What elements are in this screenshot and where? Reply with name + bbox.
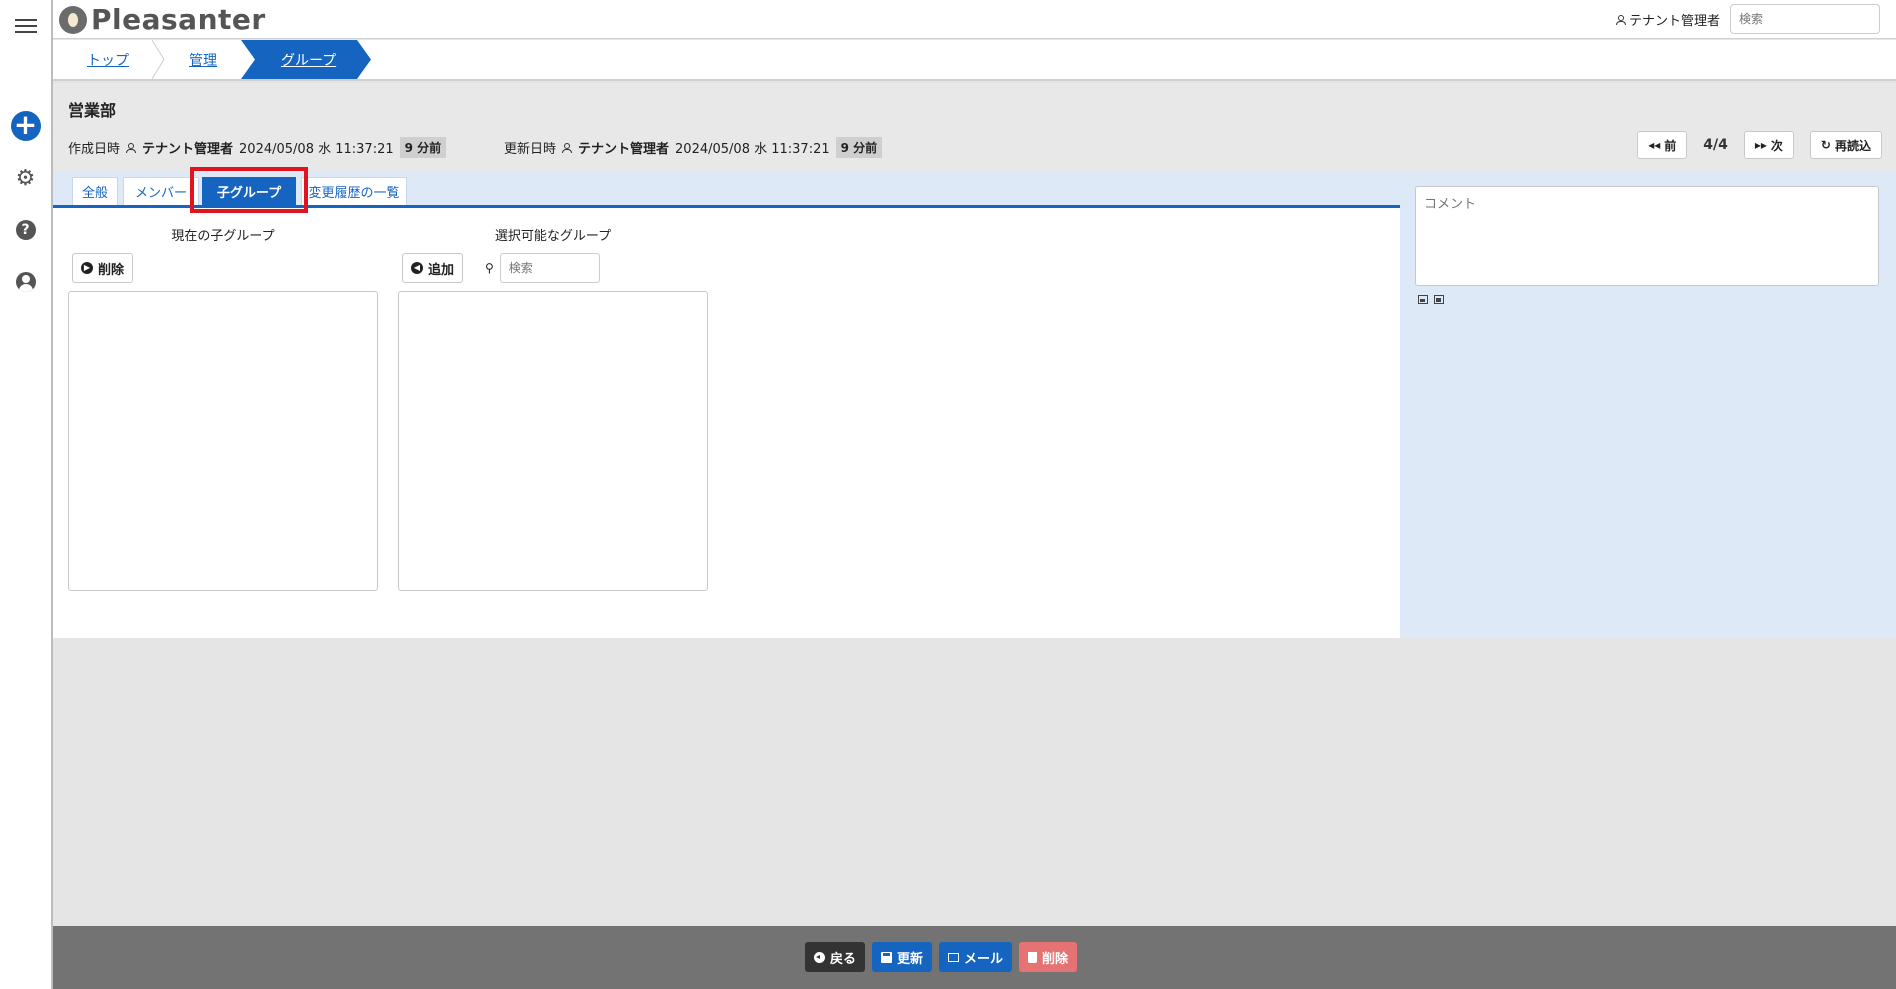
created-info: 作成日時 テナント管理者 2024/05/08 水 11:37:21 9 分前 [68, 137, 447, 158]
reload-icon: ↻ [1820, 138, 1831, 152]
reload-button[interactable]: ↻ 再読込 [1809, 131, 1882, 159]
editor-main: 全般 メンバー 子グループ 変更履歴の一覧 現在の子グループ ▶ 削除 選択可能… [53, 167, 1400, 638]
record-navigation: ◂◂ 前 4/4 ▸▸ 次 ↻ 再読込 [1637, 131, 1882, 159]
back-arrow-icon [814, 951, 825, 963]
updated-at: 2024/05/08 水 11:37:21 [675, 142, 830, 157]
add-label: 追加 [428, 262, 455, 278]
delete-button[interactable]: 削除 [1019, 942, 1078, 972]
back-button[interactable]: 戻る [805, 942, 866, 972]
user-icon [126, 142, 137, 153]
header-user-menu[interactable]: テナント管理者 [1615, 10, 1720, 29]
available-groups-label: 選択可能なグループ [494, 229, 612, 244]
available-groups-search: ⚲ [485, 253, 600, 283]
updated-elapsed: 9 分前 [835, 137, 883, 158]
save-icon [881, 951, 893, 963]
current-child-groups-label: 現在の子グループ [171, 229, 275, 244]
update-button[interactable]: 更新 [872, 942, 933, 972]
comment-attachments [1418, 295, 1444, 304]
user-icon [562, 142, 573, 153]
breadcrumb: トップ 管理 グループ [53, 40, 1896, 81]
record-header: 営業部 作成日時 テナント管理者 2024/05/08 水 11:37:21 9… [53, 83, 1896, 171]
tab-bar: 全般 メンバー 子グループ 変更履歴の一覧 [53, 171, 1400, 208]
mail-label: メール [964, 951, 1004, 967]
trash-icon [1028, 951, 1038, 963]
remove-child-group-button[interactable]: ▶ 削除 [72, 253, 134, 283]
updated-by: テナント管理者 [578, 142, 670, 157]
update-label: 更新 [897, 951, 924, 967]
created-at: 2024/05/08 水 11:37:21 [239, 142, 394, 157]
image-upload-icon[interactable] [1418, 295, 1428, 304]
delete-label: 削除 [1042, 951, 1069, 967]
header-user-name: テナント管理者 [1628, 14, 1720, 29]
breadcrumb-link-admin[interactable]: 管理 [189, 50, 217, 70]
prev-label: 前 [1664, 138, 1677, 153]
page-title: 営業部 [68, 101, 117, 120]
tab-change-history[interactable]: 変更履歴の一覧 [301, 177, 407, 205]
comment-textarea[interactable] [1415, 186, 1879, 286]
created-elapsed: 9 分前 [399, 137, 447, 158]
page-count: 4/4 [1703, 137, 1728, 153]
created-label: 作成日時 [68, 142, 121, 157]
header-search-input[interactable] [1730, 4, 1880, 34]
prev-button[interactable]: ◂◂ 前 [1637, 131, 1688, 159]
updated-label: 更新日時 [504, 142, 557, 157]
breadcrumb-link-top[interactable]: トップ [87, 50, 129, 70]
created-by: テナント管理者 [142, 142, 234, 157]
new-record-icon[interactable]: + [0, 110, 51, 142]
app-name: Pleasanter [91, 3, 266, 36]
mail-icon [948, 952, 960, 962]
next-label: 次 [1770, 138, 1783, 153]
app-logo[interactable]: Pleasanter [59, 3, 266, 36]
available-groups-search-input[interactable] [499, 253, 600, 283]
add-child-group-button[interactable]: ◀ 追加 [402, 253, 464, 283]
menu-icon[interactable] [0, 14, 51, 38]
next-icon: ▸▸ [1754, 138, 1767, 152]
left-sidebar: + ⚙ ? [0, 0, 53, 989]
footer-toolbar: 戻る 更新 メール 削除 [53, 926, 1896, 989]
breadcrumb-separator-icon [151, 40, 165, 79]
help-icon[interactable]: ? [0, 216, 51, 244]
mail-button[interactable]: メール [939, 942, 1013, 972]
reload-label: 再読込 [1834, 138, 1871, 153]
updated-info: 更新日時 テナント管理者 2024/05/08 水 11:37:21 9 分前 [504, 137, 883, 158]
current-child-groups-list[interactable] [68, 291, 378, 591]
breadcrumb-item-admin[interactable]: 管理 [189, 40, 217, 79]
footer-buttons: 戻る 更新 メール 削除 [805, 942, 1078, 972]
comment-panel [1400, 171, 1896, 638]
user-icon[interactable] [0, 268, 51, 296]
user-icon [1615, 14, 1626, 25]
gear-icon[interactable]: ⚙ [0, 164, 51, 192]
tab-members[interactable]: メンバー [123, 177, 199, 205]
remove-label: 削除 [98, 262, 125, 278]
back-label: 戻る [830, 951, 857, 967]
prev-icon: ◂◂ [1648, 138, 1661, 152]
next-button[interactable]: ▸▸ 次 [1743, 131, 1794, 159]
available-groups-list[interactable] [398, 291, 708, 591]
logo-bird-icon [59, 5, 87, 34]
search-icon: ⚲ [485, 261, 494, 275]
arrow-right-circle-icon: ▶ [81, 262, 93, 274]
tab-child-groups[interactable]: 子グループ [202, 177, 296, 205]
arrow-left-circle-icon: ◀ [411, 262, 423, 274]
breadcrumb-item-top[interactable]: トップ [87, 40, 129, 79]
top-header: Pleasanter テナント管理者 [53, 0, 1896, 39]
breadcrumb-link-group[interactable]: グループ [281, 40, 336, 79]
tab-general[interactable]: 全般 [72, 177, 118, 205]
file-upload-icon[interactable] [1434, 295, 1444, 304]
